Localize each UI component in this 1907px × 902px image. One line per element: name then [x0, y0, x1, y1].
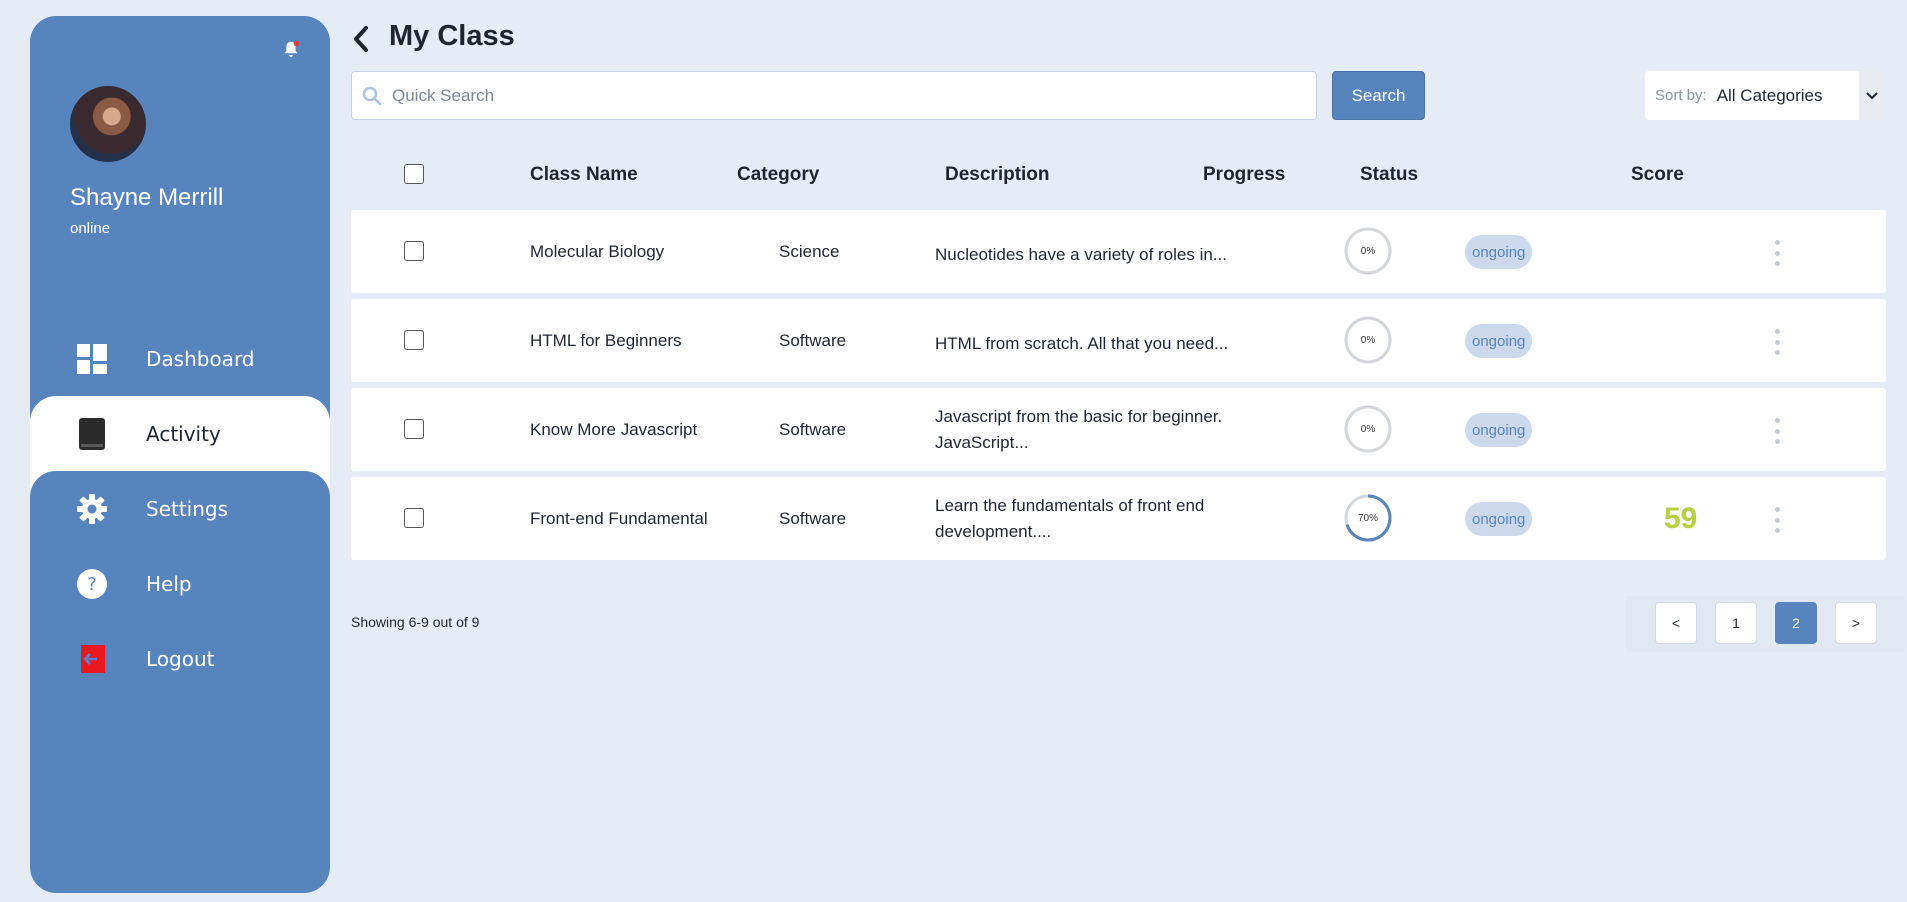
more-options-icon[interactable] [1774, 329, 1780, 355]
class-description: HTML from scratch. All that you need... [935, 334, 1229, 353]
table-row[interactable]: HTML for Beginners Software HTML from sc… [351, 299, 1886, 382]
avatar[interactable] [70, 86, 146, 162]
progress-label: 0% [1360, 423, 1376, 435]
page-title: My Class [389, 20, 515, 52]
header-class-name[interactable]: Class Name [530, 164, 638, 186]
table-row[interactable]: Know More Javascript Software Javascript… [351, 388, 1886, 471]
table-row[interactable]: Molecular Biology Science Nucleotides ha… [351, 210, 1886, 293]
class-category: Software [779, 420, 847, 439]
class-name[interactable]: Molecular Biology [530, 242, 664, 262]
class-category: Software [779, 509, 847, 528]
sidebar-item-activity[interactable]: Activity [30, 396, 330, 471]
table-row[interactable]: Front-end Fundamental Software Learn the… [351, 477, 1886, 560]
sidebar-item-help[interactable]: ? Help [30, 546, 330, 621]
book-icon [76, 417, 108, 450]
status-badge: ongoing [1465, 324, 1533, 358]
chevron-down-icon[interactable] [1859, 71, 1885, 120]
user-status: online [70, 220, 111, 237]
search-box [351, 71, 1317, 120]
sidebar-nav: Dashboard Activity Settings ? Help Logou… [30, 321, 330, 696]
sort-value: All Categories [1716, 85, 1823, 105]
class-description: Learn the fundamentals of front end deve… [935, 496, 1205, 541]
back-arrow-icon[interactable] [350, 24, 372, 54]
sidebar-item-label: Dashboard [146, 346, 255, 371]
bell-icon[interactable] [280, 38, 302, 62]
header-progress[interactable]: Progress [1203, 164, 1285, 186]
class-description: Nucleotides have a variety of roles in..… [935, 245, 1227, 264]
search-input[interactable] [392, 85, 1292, 106]
sidebar-item-label: Logout [146, 646, 215, 671]
class-name[interactable]: HTML for Beginners [530, 331, 681, 351]
class-name[interactable]: Front-end Fundamental [530, 509, 708, 529]
prev-page-button[interactable]: < [1655, 602, 1697, 644]
header-status[interactable]: Status [1360, 164, 1418, 186]
sidebar-item-label: Help [146, 571, 192, 596]
sort-label: Sort by: [1655, 87, 1707, 104]
progress-label: 0% [1360, 245, 1376, 257]
page-2-button[interactable]: 2 [1775, 602, 1817, 644]
gear-icon [76, 493, 108, 525]
progress-label: 70% [1357, 512, 1378, 524]
sidebar: Shayne Merrill online Dashboard Activity… [30, 16, 330, 893]
pagination-summary: Showing 6-9 out of 9 [351, 614, 480, 630]
header-score[interactable]: Score [1631, 164, 1684, 186]
row-checkbox[interactable] [404, 241, 424, 261]
row-checkbox[interactable] [404, 419, 424, 439]
select-all-checkbox[interactable] [404, 164, 424, 184]
logout-icon [76, 643, 108, 675]
search-button[interactable]: Search [1332, 71, 1425, 120]
status-badge: ongoing [1465, 502, 1533, 536]
sidebar-item-logout[interactable]: Logout [30, 621, 330, 696]
more-options-icon[interactable] [1774, 240, 1780, 266]
user-name: Shayne Merrill [70, 184, 224, 211]
class-category: Software [779, 331, 847, 350]
svg-text:?: ? [87, 574, 97, 595]
page-1-button[interactable]: 1 [1715, 602, 1757, 644]
more-options-icon[interactable] [1774, 507, 1780, 533]
sidebar-item-settings[interactable]: Settings [30, 471, 330, 546]
status-badge: ongoing [1465, 235, 1533, 269]
next-page-button[interactable]: > [1835, 602, 1877, 644]
header-category[interactable]: Category [737, 164, 819, 186]
sidebar-item-label: Settings [146, 496, 229, 521]
sidebar-item-label: Activity [146, 421, 221, 446]
header-description[interactable]: Description [945, 164, 1050, 186]
search-icon [362, 86, 382, 105]
sidebar-item-dashboard[interactable]: Dashboard [30, 321, 330, 396]
class-description: Javascript from the basic for beginner. … [935, 407, 1223, 452]
pagination: < 1 2 > [1625, 596, 1905, 652]
progress-label: 0% [1360, 334, 1376, 346]
status-badge: ongoing [1465, 413, 1533, 447]
class-category: Science [779, 242, 840, 261]
more-options-icon[interactable] [1774, 418, 1780, 444]
dashboard-icon [76, 343, 108, 375]
sort-select[interactable]: Sort by: All Categories [1645, 71, 1885, 120]
class-name[interactable]: Know More Javascript [530, 420, 697, 440]
row-checkbox[interactable] [404, 330, 424, 350]
help-icon: ? [76, 568, 108, 600]
table-header: Class Name Category Description Progress… [351, 160, 1886, 190]
score-value: 59 [1664, 502, 1698, 535]
row-checkbox[interactable] [404, 508, 424, 528]
